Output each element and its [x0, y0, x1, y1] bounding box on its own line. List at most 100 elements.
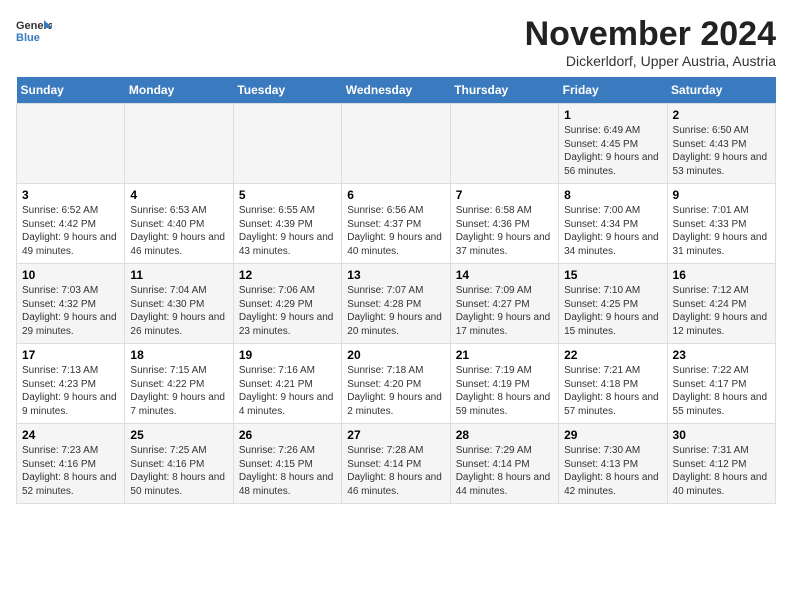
day-info: Sunrise: 7:21 AM Sunset: 4:18 PM Dayligh…	[564, 364, 661, 418]
day-info: Sunrise: 6:49 AM Sunset: 4:45 PM Dayligh…	[564, 124, 661, 178]
day-number: 8	[564, 188, 661, 202]
day-cell: 18 Sunrise: 7:15 AM Sunset: 4:22 PM Dayli…	[125, 344, 233, 424]
day-number: 18	[130, 348, 227, 362]
day-cell: 26 Sunrise: 7:26 AM Sunset: 4:15 PM Dayli…	[233, 424, 341, 504]
svg-text:Blue: Blue	[16, 32, 40, 44]
day-info: Sunrise: 7:06 AM Sunset: 4:29 PM Dayligh…	[239, 284, 336, 338]
day-number: 24	[22, 428, 119, 442]
col-header-tuesday: Tuesday	[233, 77, 341, 104]
day-info: Sunrise: 7:18 AM Sunset: 4:20 PM Dayligh…	[347, 364, 444, 418]
day-info: Sunrise: 7:23 AM Sunset: 4:16 PM Dayligh…	[22, 444, 119, 498]
day-cell: 22 Sunrise: 7:21 AM Sunset: 4:18 PM Dayli…	[559, 344, 667, 424]
col-header-monday: Monday	[125, 77, 233, 104]
week-row-1: 1 Sunrise: 6:49 AM Sunset: 4:45 PM Daylig…	[17, 104, 776, 184]
day-cell: 9 Sunrise: 7:01 AM Sunset: 4:33 PM Daylig…	[667, 184, 775, 264]
day-cell: 24 Sunrise: 7:23 AM Sunset: 4:16 PM Dayli…	[17, 424, 125, 504]
day-number: 22	[564, 348, 661, 362]
day-number: 7	[456, 188, 553, 202]
day-info: Sunrise: 7:26 AM Sunset: 4:15 PM Dayligh…	[239, 444, 336, 498]
day-info: Sunrise: 7:30 AM Sunset: 4:13 PM Dayligh…	[564, 444, 661, 498]
day-info: Sunrise: 7:12 AM Sunset: 4:24 PM Dayligh…	[673, 284, 770, 338]
day-info: Sunrise: 7:04 AM Sunset: 4:30 PM Dayligh…	[130, 284, 227, 338]
day-info: Sunrise: 7:16 AM Sunset: 4:21 PM Dayligh…	[239, 364, 336, 418]
col-header-friday: Friday	[559, 77, 667, 104]
day-info: Sunrise: 7:13 AM Sunset: 4:23 PM Dayligh…	[22, 364, 119, 418]
day-info: Sunrise: 7:19 AM Sunset: 4:19 PM Dayligh…	[456, 364, 553, 418]
col-header-sunday: Sunday	[17, 77, 125, 104]
day-number: 19	[239, 348, 336, 362]
week-row-5: 24 Sunrise: 7:23 AM Sunset: 4:16 PM Dayli…	[17, 424, 776, 504]
day-cell	[342, 104, 450, 184]
day-info: Sunrise: 7:07 AM Sunset: 4:28 PM Dayligh…	[347, 284, 444, 338]
day-cell: 3 Sunrise: 6:52 AM Sunset: 4:42 PM Daylig…	[17, 184, 125, 264]
day-number: 20	[347, 348, 444, 362]
day-cell: 20 Sunrise: 7:18 AM Sunset: 4:20 PM Dayli…	[342, 344, 450, 424]
day-cell: 25 Sunrise: 7:25 AM Sunset: 4:16 PM Dayli…	[125, 424, 233, 504]
day-number: 11	[130, 268, 227, 282]
day-info: Sunrise: 7:10 AM Sunset: 4:25 PM Dayligh…	[564, 284, 661, 338]
day-info: Sunrise: 7:15 AM Sunset: 4:22 PM Dayligh…	[130, 364, 227, 418]
title-section: November 2024 Dickerldorf, Upper Austria…	[525, 16, 776, 69]
day-number: 6	[347, 188, 444, 202]
day-number: 1	[564, 108, 661, 122]
day-cell: 15 Sunrise: 7:10 AM Sunset: 4:25 PM Dayli…	[559, 264, 667, 344]
day-number: 3	[22, 188, 119, 202]
week-row-3: 10Sunrise: 7:03 AM Sunset: 4:32 PM Dayli…	[17, 264, 776, 344]
day-info: Sunrise: 7:22 AM Sunset: 4:17 PM Dayligh…	[673, 364, 770, 418]
day-info: Sunrise: 6:56 AM Sunset: 4:37 PM Dayligh…	[347, 204, 444, 258]
day-cell	[125, 104, 233, 184]
day-cell: 17 Sunrise: 7:13 AM Sunset: 4:23 PM Dayli…	[17, 344, 125, 424]
day-info: Sunrise: 6:53 AM Sunset: 4:40 PM Dayligh…	[130, 204, 227, 258]
day-cell: 6 Sunrise: 6:56 AM Sunset: 4:37 PM Daylig…	[342, 184, 450, 264]
day-info: Sunrise: 7:25 AM Sunset: 4:16 PM Dayligh…	[130, 444, 227, 498]
day-cell: 28 Sunrise: 7:29 AM Sunset: 4:14 PM Dayli…	[450, 424, 558, 504]
day-info: Sunrise: 7:31 AM Sunset: 4:12 PM Dayligh…	[673, 444, 770, 498]
logo-icon: General Blue	[16, 16, 52, 46]
day-number: 13	[347, 268, 444, 282]
week-row-4: 17 Sunrise: 7:13 AM Sunset: 4:23 PM Dayli…	[17, 344, 776, 424]
day-cell: 23 Sunrise: 7:22 AM Sunset: 4:17 PM Dayli…	[667, 344, 775, 424]
day-cell: 5Sunrise: 6:55 AM Sunset: 4:39 PM Daylig…	[233, 184, 341, 264]
header-row: SundayMondayTuesdayWednesdayThursdayFrid…	[17, 77, 776, 104]
day-number: 9	[673, 188, 770, 202]
day-number: 28	[456, 428, 553, 442]
day-number: 30	[673, 428, 770, 442]
day-cell: 19 Sunrise: 7:16 AM Sunset: 4:21 PM Dayli…	[233, 344, 341, 424]
day-number: 2	[673, 108, 770, 122]
day-number: 15	[564, 268, 661, 282]
day-number: 26	[239, 428, 336, 442]
day-cell: 14 Sunrise: 7:09 AM Sunset: 4:27 PM Dayli…	[450, 264, 558, 344]
day-cell: 13 Sunrise: 7:07 AM Sunset: 4:28 PM Dayli…	[342, 264, 450, 344]
day-cell: 7 Sunrise: 6:58 AM Sunset: 4:36 PM Daylig…	[450, 184, 558, 264]
day-cell: 21Sunrise: 7:19 AM Sunset: 4:19 PM Dayli…	[450, 344, 558, 424]
day-cell: 4 Sunrise: 6:53 AM Sunset: 4:40 PM Daylig…	[125, 184, 233, 264]
day-info: Sunrise: 6:58 AM Sunset: 4:36 PM Dayligh…	[456, 204, 553, 258]
day-number: 4	[130, 188, 227, 202]
day-number: 5	[239, 188, 336, 202]
day-number: 23	[673, 348, 770, 362]
day-number: 14	[456, 268, 553, 282]
day-number: 29	[564, 428, 661, 442]
day-info: Sunrise: 7:28 AM Sunset: 4:14 PM Dayligh…	[347, 444, 444, 498]
day-number: 27	[347, 428, 444, 442]
week-row-2: 3 Sunrise: 6:52 AM Sunset: 4:42 PM Daylig…	[17, 184, 776, 264]
day-cell	[233, 104, 341, 184]
day-cell: 27 Sunrise: 7:28 AM Sunset: 4:14 PM Dayli…	[342, 424, 450, 504]
day-cell: 12 Sunrise: 7:06 AM Sunset: 4:29 PM Dayli…	[233, 264, 341, 344]
calendar-table: SundayMondayTuesdayWednesdayThursdayFrid…	[16, 77, 776, 504]
day-number: 17	[22, 348, 119, 362]
day-info: Sunrise: 7:09 AM Sunset: 4:27 PM Dayligh…	[456, 284, 553, 338]
day-cell: 16 Sunrise: 7:12 AM Sunset: 4:24 PM Dayli…	[667, 264, 775, 344]
day-cell: 2 Sunrise: 6:50 AM Sunset: 4:43 PM Daylig…	[667, 104, 775, 184]
day-info: Sunrise: 6:50 AM Sunset: 4:43 PM Dayligh…	[673, 124, 770, 178]
col-header-thursday: Thursday	[450, 77, 558, 104]
day-info: Sunrise: 7:29 AM Sunset: 4:14 PM Dayligh…	[456, 444, 553, 498]
day-cell: 30 Sunrise: 7:31 AM Sunset: 4:12 PM Dayli…	[667, 424, 775, 504]
day-number: 16	[673, 268, 770, 282]
day-number: 25	[130, 428, 227, 442]
day-info: Sunrise: 7:01 AM Sunset: 4:33 PM Dayligh…	[673, 204, 770, 258]
header: General Blue November 2024 Dickerldorf, …	[16, 16, 776, 69]
day-info: Sunrise: 6:52 AM Sunset: 4:42 PM Dayligh…	[22, 204, 119, 258]
day-number: 12	[239, 268, 336, 282]
location-title: Dickerldorf, Upper Austria, Austria	[525, 53, 776, 69]
